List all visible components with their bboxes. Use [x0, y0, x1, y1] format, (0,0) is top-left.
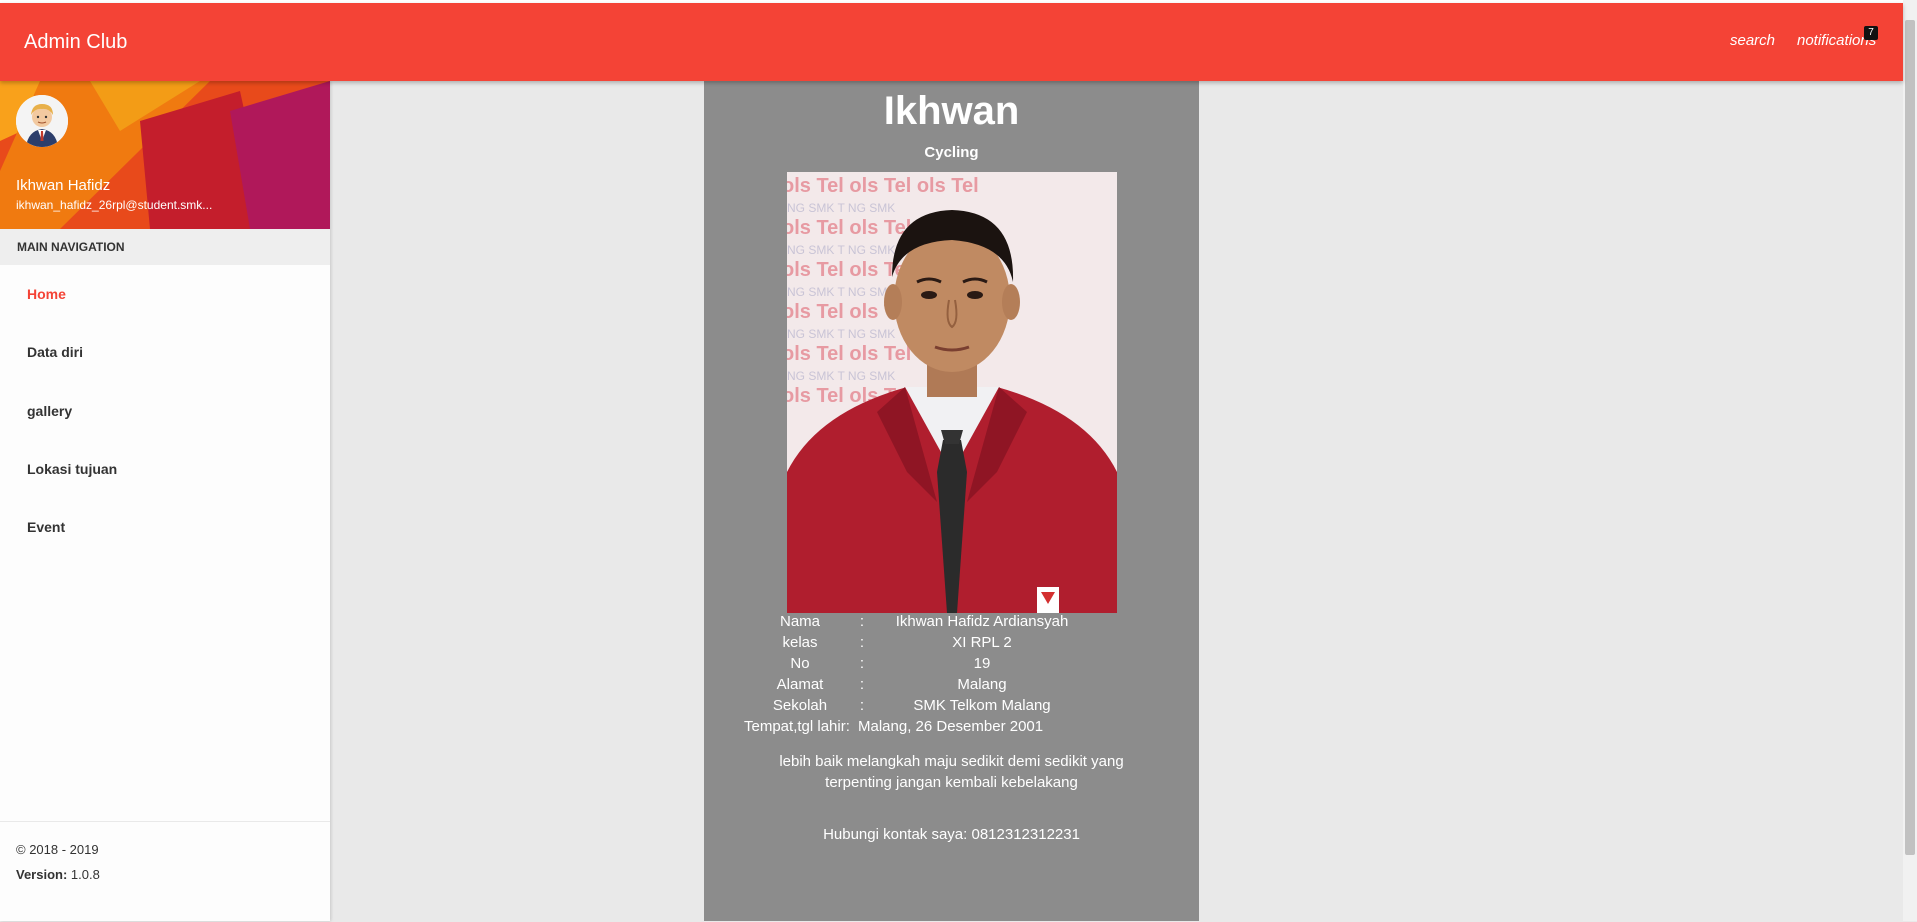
version-number: 1.0.8	[70, 867, 100, 882]
info-row-no: No : 19	[704, 655, 1199, 676]
sidebar: Ikhwan Hafidz ikhwan_hafidz_26rpl@studen…	[0, 81, 330, 921]
info-row-sekolah: Sekolah : SMK Telkom Malang	[704, 697, 1199, 718]
top-navbar: Admin Club search notifications 7	[0, 3, 1903, 81]
notifications-count-badge: 7	[1864, 26, 1878, 40]
info-value: SMK Telkom Malang	[913, 697, 1051, 714]
user-avatar[interactable]	[16, 95, 68, 147]
info-label: No	[790, 655, 810, 672]
info-label: kelas	[782, 634, 818, 651]
menu-item-event[interactable]: Event	[27, 519, 65, 535]
menu-item-home[interactable]: Home	[27, 286, 66, 302]
sidebar-footer: © 2018 - 2019 Version: 1.0.8	[0, 821, 330, 922]
info-value: 19	[973, 655, 991, 672]
svg-text:NG SMK T NG SMK: NG SMK T NG SMK	[787, 285, 895, 299]
info-row-tempat-tgl-lahir: Tempat,tgl lahir: Malang, 26 Desember 20…	[704, 718, 1199, 739]
profile-photo: ols Tel ols Tel ols Tel ols Tel ols Tel …	[787, 172, 1117, 613]
contact-info: Hubungi kontak saya: 0812312312231	[823, 826, 1080, 843]
info-row-alamat: Alamat : Malang	[704, 676, 1199, 697]
profile-info-table: Nama : Ikhwan Hafidz Ardiansyah kelas : …	[704, 613, 1199, 739]
info-row-kelas: kelas : XI RPL 2	[704, 634, 1199, 655]
profile-subtitle: Cycling	[924, 144, 979, 161]
info-label: Nama	[779, 613, 820, 630]
info-value: Ikhwan Hafidz Ardiansyah	[895, 613, 1069, 630]
user-name: Ikhwan Hafidz	[16, 177, 111, 194]
profile-quote: lebih baik melangkah maju sedikit demi s…	[779, 753, 1124, 791]
info-separator: :	[845, 718, 850, 735]
info-label-text: Tempat,tgl lahir	[744, 718, 846, 735]
page-scrollbar[interactable]	[1903, 0, 1917, 921]
user-email: ikhwan_hafidz_26rpl@student.smk...	[16, 198, 213, 212]
info-label: Sekolah	[772, 697, 828, 714]
info-value: Malang, 26 Desember 2001	[858, 718, 1044, 735]
profile-title: Ikhwan	[883, 89, 1020, 133]
info-value: Malang	[957, 676, 1007, 693]
info-label: Alamat	[776, 676, 824, 693]
menu-item-data-diri[interactable]: Data diri	[27, 344, 83, 360]
menu-item-lokasi-tujuan[interactable]: Lokasi tujuan	[27, 461, 117, 477]
svg-text:NG SMK T NG SMK: NG SMK T NG SMK	[787, 369, 895, 383]
profile-card: Ikhwan Cycling ols Tel ols Tel ols Tel o…	[704, 81, 1199, 921]
brand-title[interactable]: Admin Club	[24, 31, 127, 54]
menu-item-gallery[interactable]: gallery	[27, 403, 72, 419]
user-info-panel: Ikhwan Hafidz ikhwan_hafidz_26rpl@studen…	[0, 81, 330, 229]
svg-text:NG SMK T NG SMK: NG SMK T NG SMK	[787, 327, 895, 341]
info-value: XI RPL 2	[952, 634, 1012, 651]
version-label: Version:	[16, 867, 68, 882]
version-text: Version: 1.0.8	[16, 867, 100, 882]
info-row-nama: Nama : Ikhwan Hafidz Ardiansyah	[704, 613, 1199, 634]
search-link[interactable]: search	[1730, 32, 1775, 49]
svg-text:NG SMK T NG SMK: NG SMK T NG SMK	[787, 243, 895, 257]
scrollbar-thumb[interactable]	[1905, 20, 1915, 855]
main-navigation-header: MAIN NAVIGATION	[0, 229, 330, 265]
svg-text:ols Tel ols Tel ols Tel: ols Tel ols Tel ols Tel	[787, 175, 979, 197]
svg-text:NG SMK T NG SMK: NG SMK T NG SMK	[787, 201, 895, 215]
copyright-text: © 2018 - 2019	[16, 842, 99, 857]
